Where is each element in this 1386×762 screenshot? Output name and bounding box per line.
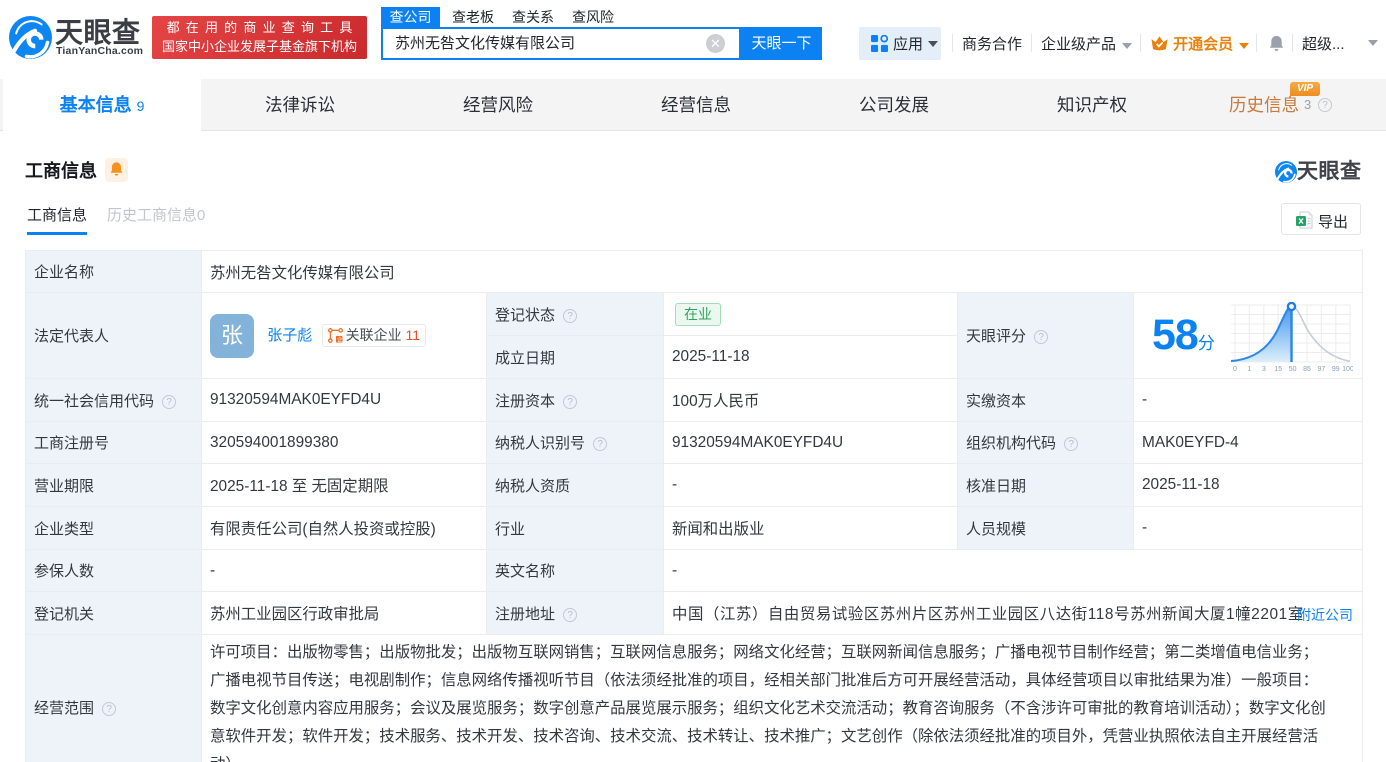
svg-text:1: 1	[1247, 366, 1251, 373]
svg-text:100: 100	[1342, 366, 1353, 373]
svg-text:15: 15	[1274, 366, 1282, 373]
svg-text:0: 0	[1233, 366, 1237, 373]
svg-text:3: 3	[1262, 366, 1266, 373]
svg-text:97: 97	[1318, 366, 1326, 373]
svg-text:50: 50	[1289, 366, 1297, 373]
svg-text:99: 99	[1332, 366, 1340, 373]
svg-text:85: 85	[1303, 366, 1311, 373]
svg-text:企: 企	[337, 335, 343, 343]
